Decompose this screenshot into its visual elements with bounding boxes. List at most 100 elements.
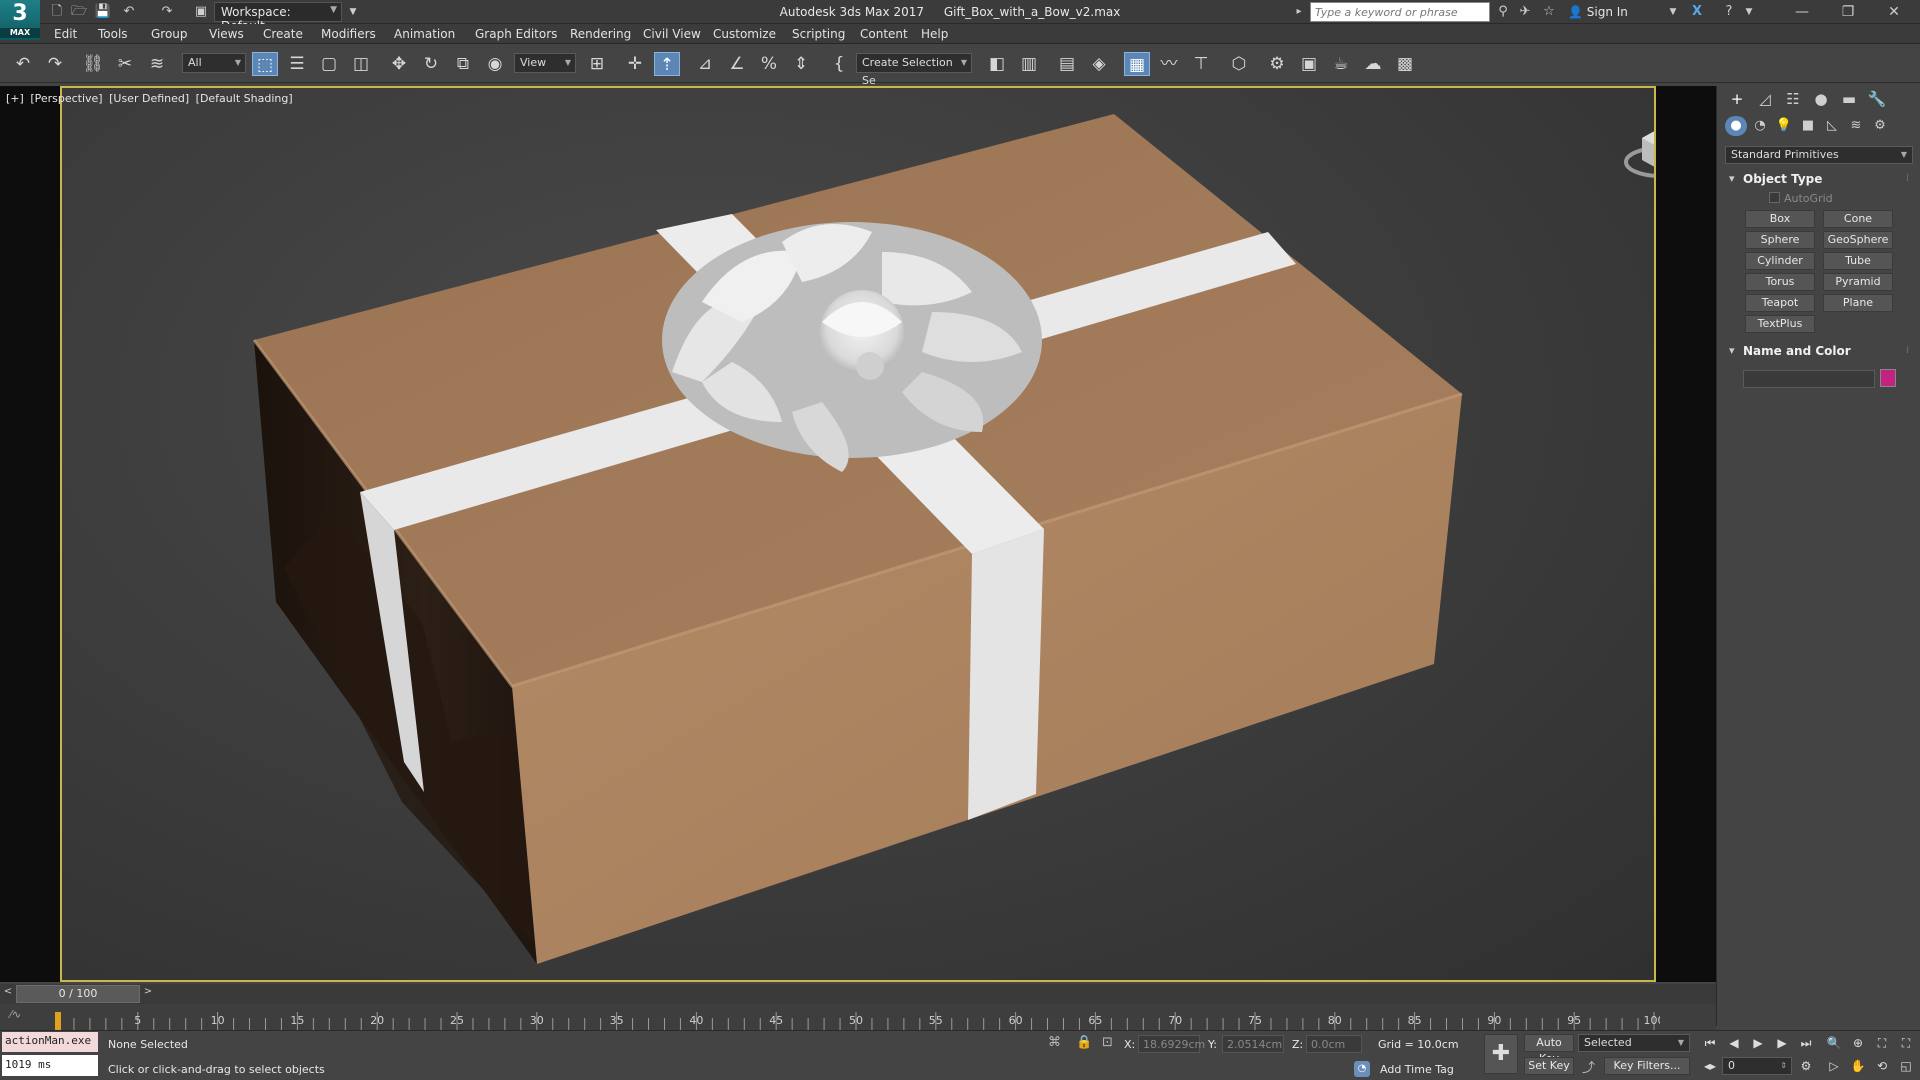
render-setup-icon[interactable]: ⚙ [1264, 52, 1290, 76]
favorites-star-icon[interactable]: ☆ [1540, 3, 1558, 21]
redo-icon[interactable]: ↷ [42, 52, 68, 76]
viewport-label-menu[interactable]: [+] [Perspective] [User Defined] [Defaul… [6, 92, 296, 105]
undo-icon[interactable]: ↶ [10, 52, 36, 76]
binoculars-icon[interactable]: ⚲ [1494, 3, 1512, 21]
select-and-move-icon[interactable]: ✥ [386, 52, 412, 76]
reference-coordinate-dropdown[interactable]: View ▼ [514, 53, 576, 73]
display-tab-icon[interactable]: ▬ [1835, 88, 1863, 110]
time-slider-next-icon[interactable]: > [142, 986, 154, 1002]
mini-curve-editor-icon[interactable]: ⁄∿ [10, 1008, 21, 1021]
viewport-stereo-menu[interactable]: [User Defined] [109, 92, 189, 105]
play-icon[interactable]: ▶ [1748, 1034, 1768, 1052]
viewport-general-menu[interactable]: [+] [6, 92, 24, 105]
object-color-swatch[interactable] [1880, 369, 1896, 387]
keyboard-shortcut-override-icon[interactable]: ⇡ [654, 52, 680, 76]
shapes-category-icon[interactable]: ◔ [1749, 116, 1771, 136]
redo-icon[interactable]: ↷ [158, 3, 176, 21]
scene-explorer-icon[interactable]: ▤ [1054, 52, 1080, 76]
field-of-view-icon[interactable]: ▷ [1824, 1057, 1844, 1075]
systems-category-icon[interactable]: ⚙ [1869, 116, 1891, 136]
help-dropdown-icon[interactable]: ▼ [1740, 3, 1758, 21]
select-manipulate-icon[interactable]: ✛ [622, 52, 648, 76]
go-to-end-icon[interactable]: ⏭ [1796, 1034, 1816, 1052]
menu-tools[interactable]: Tools [98, 24, 128, 44]
menu-customize[interactable]: Customize [713, 24, 776, 44]
menu-edit[interactable]: Edit [54, 24, 77, 44]
snaps-toggle-icon[interactable]: ⊿ [692, 52, 718, 76]
select-and-rotate-icon[interactable]: ↻ [418, 52, 444, 76]
spinner-snap-icon[interactable]: ⇕ [788, 52, 814, 76]
project-folder-icon[interactable]: ▣ [192, 3, 210, 21]
named-selection-dropdown[interactable]: Create Selection Se ▼ [856, 53, 972, 87]
geometry-category-icon[interactable]: ● [1725, 116, 1747, 136]
close-icon[interactable]: ✕ [1872, 0, 1916, 24]
menu-modifiers[interactable]: Modifiers [321, 24, 376, 44]
align-icon[interactable]: ▥ [1016, 52, 1042, 76]
sphere-button[interactable]: Sphere [1745, 231, 1815, 249]
cone-button[interactable]: Cone [1823, 210, 1893, 228]
auto-key-button[interactable]: Auto Key [1524, 1034, 1574, 1065]
menu-scripting[interactable]: Scripting [792, 24, 845, 44]
maximize-viewport-icon[interactable]: ◱ [1896, 1057, 1916, 1075]
percent-snap-icon[interactable]: % [756, 52, 782, 76]
select-and-link-icon[interactable]: ⛓ [80, 52, 106, 76]
layer-explorer-icon[interactable]: ◈ [1086, 52, 1112, 76]
new-file-icon[interactable]: 🗋 [48, 3, 66, 21]
search-input[interactable]: Type a keyword or phrase [1310, 2, 1490, 22]
set-key-button[interactable]: Set Key [1524, 1057, 1574, 1075]
previous-frame-icon[interactable]: ◀ [1724, 1034, 1744, 1052]
pivot-center-icon[interactable]: ⊞ [584, 52, 610, 76]
toggle-ribbon-icon[interactable]: ▦ [1124, 52, 1150, 76]
menu-views[interactable]: Views [209, 24, 244, 44]
object-name-input[interactable] [1743, 370, 1875, 388]
viewport-point-of-view-menu[interactable]: [Perspective] [30, 92, 102, 105]
schematic-view-icon[interactable]: ⊤ [1188, 52, 1214, 76]
z-coordinate-field[interactable]: 0.0cm [1306, 1035, 1362, 1053]
hierarchy-tab-icon[interactable]: ☷ [1779, 88, 1807, 110]
key-mode-dropdown[interactable]: Selected ▼ [1578, 1034, 1690, 1052]
time-slider-prev-icon[interactable]: < [2, 986, 14, 1002]
gift-box-render[interactable] [62, 88, 1656, 982]
pan-view-icon[interactable]: ✋ [1848, 1057, 1868, 1075]
bind-to-space-warp-icon[interactable]: ≋ [144, 52, 170, 76]
time-tag-icon[interactable]: ◔ [1354, 1061, 1370, 1077]
key-filters-button[interactable]: Key Filters... [1604, 1057, 1690, 1075]
create-tab-icon[interactable]: + [1723, 88, 1751, 110]
menu-content[interactable]: Content [860, 24, 908, 44]
box-button[interactable]: Box [1745, 210, 1815, 228]
open-file-icon[interactable]: 🗁 [70, 3, 88, 21]
y-coordinate-field[interactable]: 2.0514cm [1222, 1035, 1284, 1053]
x-coordinate-field[interactable]: 18.6929cm [1138, 1035, 1205, 1053]
next-frame-icon[interactable]: ▶ [1772, 1034, 1792, 1052]
curve-editor-icon[interactable]: 〰 [1156, 52, 1182, 76]
undo-icon[interactable]: ↶ [120, 3, 138, 21]
modify-tab-icon[interactable]: ◿ [1751, 88, 1779, 110]
object-category-dropdown[interactable]: Standard Primitives ▼ [1725, 146, 1913, 164]
zoom-extents-all-icon[interactable]: ⛶ [1896, 1034, 1916, 1052]
quick-access-menu-icon[interactable]: ▼ [344, 3, 362, 21]
teapot-button[interactable]: Teapot [1745, 294, 1815, 312]
current-frame-field[interactable]: 0 ⇕ [1722, 1057, 1792, 1075]
key-mode-toggle-icon[interactable]: ◂▸ [1700, 1057, 1720, 1075]
material-editor-icon[interactable]: ⬡ [1226, 52, 1252, 76]
save-file-icon[interactable]: 💾 [94, 3, 112, 21]
add-time-tag-button[interactable]: Add Time Tag [1380, 1063, 1454, 1076]
viewcube[interactable] [1624, 118, 1656, 186]
select-and-scale-icon[interactable]: ⧉ [450, 52, 476, 76]
menu-animation[interactable]: Animation [394, 24, 455, 44]
motion-tab-icon[interactable]: ● [1807, 88, 1835, 110]
zoom-all-icon[interactable]: ⊕ [1848, 1034, 1868, 1052]
absolute-transform-icon[interactable]: ⊡ [1102, 1035, 1113, 1050]
zoom-extents-icon[interactable]: ⛶ [1872, 1034, 1892, 1052]
autogrid-checkbox[interactable]: AutoGrid [1769, 192, 1833, 205]
orbit-icon[interactable]: ⟲ [1872, 1057, 1892, 1075]
plane-button[interactable]: Plane [1823, 294, 1893, 312]
sign-in-dropdown-icon[interactable]: ▼ [1664, 3, 1682, 21]
menu-graph-editors[interactable]: Graph Editors [475, 24, 557, 44]
select-by-name-icon[interactable]: ☰ [284, 52, 310, 76]
exchange-apps-icon[interactable]: X [1688, 3, 1706, 21]
torus-button[interactable]: Torus [1745, 273, 1815, 291]
minimize-icon[interactable]: — [1780, 0, 1824, 24]
select-object-icon[interactable]: ⬚ [252, 52, 278, 76]
perspective-viewport[interactable] [60, 86, 1656, 982]
